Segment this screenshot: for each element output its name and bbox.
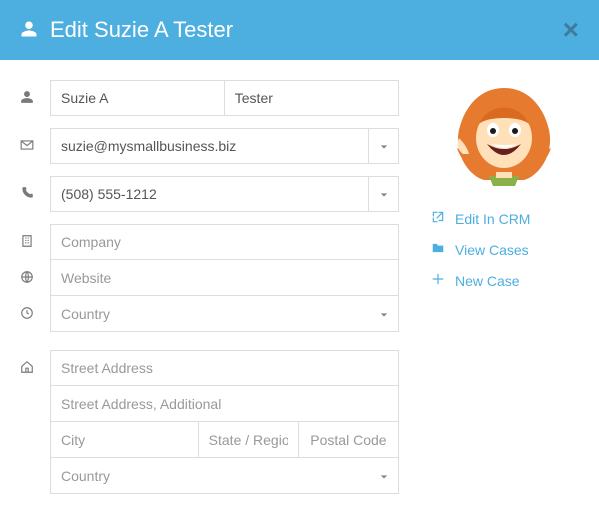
country2-label: Country xyxy=(61,468,110,484)
modal-header: Edit Suzie A Tester × xyxy=(0,0,599,60)
edit-in-crm-label: Edit In CRM xyxy=(455,211,530,227)
person-icon xyxy=(20,80,50,116)
country1-row: Country xyxy=(20,296,399,332)
form-column: Country Country xyxy=(20,80,399,506)
state-input[interactable] xyxy=(199,422,299,458)
external-link-icon xyxy=(431,210,445,227)
country1-select[interactable]: Country xyxy=(50,296,399,332)
postal-input[interactable] xyxy=(299,422,399,458)
person-icon xyxy=(20,20,38,41)
last-name-input[interactable] xyxy=(225,80,399,116)
side-links: Edit In CRM View Cases New Case xyxy=(429,210,579,289)
edit-in-crm-link[interactable]: Edit In CRM xyxy=(431,210,579,227)
modal-body: Country Country xyxy=(0,60,599,526)
country1-label: Country xyxy=(61,306,110,322)
new-case-label: New Case xyxy=(455,273,520,289)
first-name-input[interactable] xyxy=(50,80,225,116)
view-cases-link[interactable]: View Cases xyxy=(431,241,579,258)
website-input[interactable] xyxy=(50,260,399,296)
caret-down-icon xyxy=(380,138,388,154)
email-row xyxy=(20,128,399,164)
globe-icon xyxy=(20,260,50,296)
folder-icon xyxy=(431,241,445,258)
phone-row xyxy=(20,176,399,212)
caret-down-icon xyxy=(380,306,388,322)
street2-input[interactable] xyxy=(50,386,399,422)
street1-input[interactable] xyxy=(50,350,399,386)
website-row xyxy=(20,260,399,296)
city-input[interactable] xyxy=(50,422,199,458)
view-cases-label: View Cases xyxy=(455,242,529,258)
email-dropdown-button[interactable] xyxy=(369,128,399,164)
new-case-link[interactable]: New Case xyxy=(431,272,579,289)
plus-icon xyxy=(431,272,445,289)
phone-dropdown-button[interactable] xyxy=(369,176,399,212)
name-row xyxy=(20,80,399,116)
side-column: Edit In CRM View Cases New Case xyxy=(429,80,579,506)
close-icon[interactable]: × xyxy=(563,16,579,44)
country2-select[interactable]: Country xyxy=(50,458,399,494)
company-row xyxy=(20,224,399,260)
company-input[interactable] xyxy=(50,224,399,260)
title-group: Edit Suzie A Tester xyxy=(20,17,233,43)
phone-input[interactable] xyxy=(50,176,369,212)
caret-down-icon xyxy=(380,186,388,202)
phone-icon xyxy=(20,176,50,212)
address-row: Country xyxy=(20,350,399,494)
envelope-icon xyxy=(20,128,50,164)
caret-down-icon xyxy=(380,468,388,484)
clock-icon xyxy=(20,296,50,332)
email-input[interactable] xyxy=(50,128,369,164)
building-icon xyxy=(20,224,50,260)
modal-title: Edit Suzie A Tester xyxy=(50,17,233,43)
home-icon xyxy=(20,350,50,494)
avatar xyxy=(449,80,559,190)
